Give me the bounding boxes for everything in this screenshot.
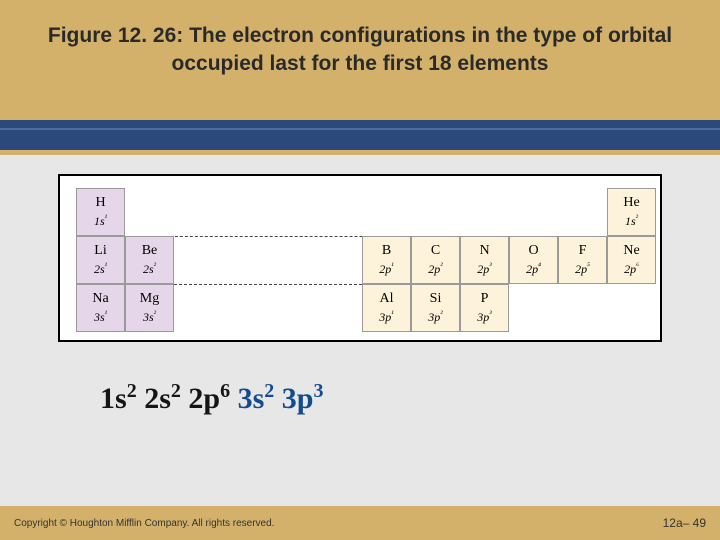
element-config: 2p⁴ xyxy=(526,261,541,277)
element-cell-f: F 2p⁵ xyxy=(558,236,607,284)
config-core: 1s2 2s2 2p6 xyxy=(100,382,238,415)
element-symbol: Si xyxy=(430,291,442,307)
element-symbol: Be xyxy=(142,243,158,259)
slide-title: Figure 12. 26: The electron configuratio… xyxy=(36,22,684,79)
electron-configuration-line: 1s2 2s2 2p6 3s2 3p3 xyxy=(100,380,323,416)
element-symbol: Ne xyxy=(623,243,639,259)
element-grid: H 1s¹ He 1s² Li 2s¹ Be 2s² B 2p¹ C 2p² N 2p³ O 2p⁴ F 2p⁵ N… xyxy=(60,176,660,340)
element-config: 3s² xyxy=(143,309,156,325)
element-config: 2p⁵ xyxy=(575,261,590,277)
element-cell-c: C 2p² xyxy=(411,236,460,284)
element-cell-ne: Ne 2p⁶ xyxy=(607,236,656,284)
element-config: 3p³ xyxy=(477,309,491,325)
periodic-table-figure: H 1s¹ He 1s² Li 2s¹ Be 2s² B 2p¹ C 2p² N 2p³ O 2p⁴ F 2p⁵ N… xyxy=(58,174,662,342)
element-config: 1s² xyxy=(625,213,638,229)
element-cell-be: Be 2s² xyxy=(125,236,174,284)
element-symbol: N xyxy=(479,243,489,259)
element-cell-al: Al 3p¹ xyxy=(362,284,411,332)
element-cell-o: O 2p⁴ xyxy=(509,236,558,284)
element-cell-n: N 2p³ xyxy=(460,236,509,284)
copyright-text: Copyright © Houghton Mifflin Company. Al… xyxy=(14,518,274,529)
element-config: 2p² xyxy=(428,261,442,277)
element-symbol: B xyxy=(382,243,391,259)
element-symbol: F xyxy=(579,243,587,259)
title-wrap: Figure 12. 26: The electron configuratio… xyxy=(0,0,720,79)
element-symbol: Na xyxy=(92,291,108,307)
decorative-stripe xyxy=(0,120,720,150)
element-symbol: H xyxy=(95,195,105,211)
element-symbol: Mg xyxy=(140,291,159,307)
element-cell-p: P 3p³ xyxy=(460,284,509,332)
element-symbol: C xyxy=(431,243,440,259)
element-symbol: Al xyxy=(380,291,394,307)
element-symbol: Li xyxy=(94,243,106,259)
element-cell-h: H 1s¹ xyxy=(76,188,125,236)
element-cell-mg: Mg 3s² xyxy=(125,284,174,332)
element-config: 2s² xyxy=(143,261,156,277)
element-config: 2p³ xyxy=(477,261,491,277)
element-symbol: O xyxy=(528,243,538,259)
element-config: 3p¹ xyxy=(379,309,393,325)
element-cell-li: Li 2s¹ xyxy=(76,236,125,284)
element-config: 2p¹ xyxy=(379,261,393,277)
element-cell-na: Na 3s¹ xyxy=(76,284,125,332)
element-cell-he: He 1s² xyxy=(607,188,656,236)
element-symbol: He xyxy=(623,195,639,211)
element-config: 3p² xyxy=(428,309,442,325)
element-config: 2p⁶ xyxy=(624,261,639,277)
config-valence: 3s2 3p3 xyxy=(238,382,324,415)
element-cell-si: Si 3p² xyxy=(411,284,460,332)
dashed-separator xyxy=(174,284,362,285)
element-config: 2s¹ xyxy=(94,261,107,277)
element-symbol: P xyxy=(481,291,489,307)
footer-bar: Copyright © Houghton Mifflin Company. Al… xyxy=(0,506,720,540)
slide: Figure 12. 26: The electron configuratio… xyxy=(0,0,720,540)
element-cell-b: B 2p¹ xyxy=(362,236,411,284)
element-config: 1s¹ xyxy=(94,213,107,229)
element-config: 3s¹ xyxy=(94,309,107,325)
slide-number: 12a– 49 xyxy=(663,516,706,530)
